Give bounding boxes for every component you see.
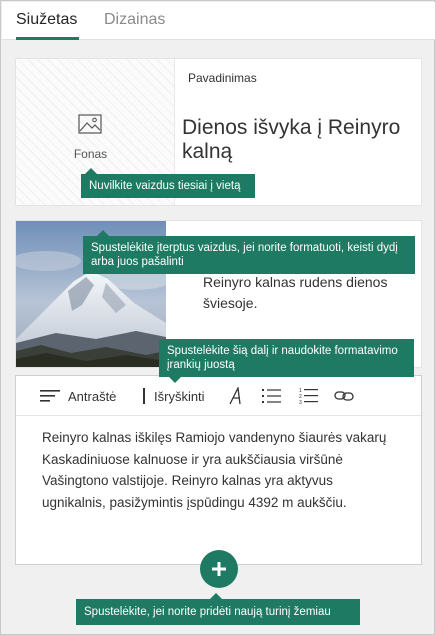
- tooltip-click-text: Spustelėkite šią dalį ir naudokite forma…: [159, 339, 414, 383]
- bullet-list-button[interactable]: [262, 386, 282, 406]
- tab-design[interactable]: Dizainas: [104, 11, 165, 29]
- italic-a-icon: [229, 387, 241, 405]
- background-label: Fonas: [73, 147, 108, 161]
- link-icon: [334, 391, 354, 401]
- italic-button[interactable]: [229, 386, 245, 406]
- heading-button[interactable]: Antraštė: [40, 386, 116, 406]
- body-text[interactable]: Reinyro kalnas iškilęs Ramiojo vandenyno…: [42, 427, 392, 513]
- tab-storyline[interactable]: Siužetas: [16, 11, 77, 29]
- active-tab-indicator: [16, 37, 79, 40]
- heading-icon: [40, 390, 60, 402]
- plus-icon: [212, 562, 226, 576]
- tooltip-click-image: Spustelėkite įterptus vaizdus, jei norit…: [83, 230, 415, 274]
- emphasis-bar-icon: [143, 388, 145, 404]
- formatting-toolbar: Antraštė Išryškinti 1 2 3: [16, 376, 421, 416]
- title-field-label: Pavadinimas: [188, 71, 257, 85]
- svg-text:3: 3: [299, 400, 302, 405]
- heading-label: Antraštė: [68, 388, 117, 404]
- add-content-button[interactable]: [200, 550, 238, 588]
- emphasis-label: Išryškinti: [154, 388, 205, 404]
- title-text[interactable]: Dienos išvyka į Reinyro kalną: [182, 116, 412, 164]
- numbered-list-icon: 1 2 3: [299, 388, 318, 405]
- tooltip-add-content: Spustelėkite, jei norite pridėti naują t…: [76, 593, 360, 625]
- numbered-list-button[interactable]: 1 2 3: [299, 386, 319, 406]
- image-caption[interactable]: Reinyro kalnas rudens dienos šviesoje.: [203, 272, 403, 314]
- tab-bar: Siužetas Dizainas: [2, 2, 435, 40]
- storyline-panel: Siužetas Dizainas Fonas Pavadinimas Dien…: [0, 0, 435, 635]
- text-card[interactable]: Antraštė Išryškinti 1 2 3 Reinyro kalnas…: [15, 375, 422, 565]
- image-icon: [78, 114, 102, 134]
- link-button[interactable]: [334, 386, 354, 406]
- emphasis-button[interactable]: Išryškinti: [143, 386, 205, 406]
- tooltip-drag-images: Nuvilkite vaizdus tiesiai į vietą: [81, 168, 255, 198]
- bullet-list-icon: [262, 389, 281, 403]
